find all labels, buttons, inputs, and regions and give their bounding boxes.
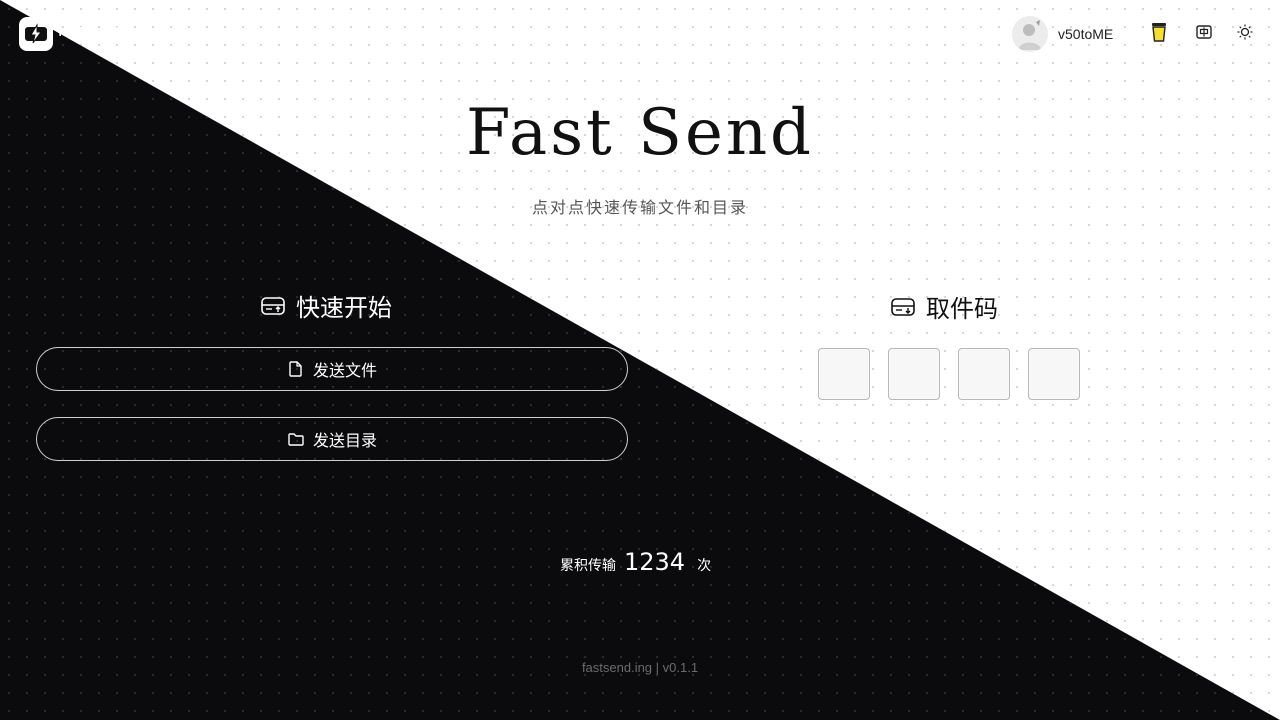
- pickup-code-heading: 取件码: [890, 289, 998, 324]
- stats-count: 1234: [624, 548, 686, 576]
- file-icon: [289, 361, 302, 377]
- send-directory-label: 发送目录: [312, 431, 377, 450]
- folder-icon: [288, 433, 304, 446]
- stats-unit: 次: [697, 558, 712, 574]
- app-logo[interactable]: [19, 17, 53, 51]
- pickup-code-label: 取件码: [926, 295, 998, 323]
- transfer-stats: 累积传输 1234 次: [560, 548, 711, 576]
- code-digit-input-1[interactable]: [818, 348, 870, 400]
- avatar[interactable]: [1012, 16, 1048, 52]
- send-file-button[interactable]: 发送文件: [36, 347, 628, 391]
- cup-icon[interactable]: [1149, 22, 1169, 42]
- download-drive-icon: [891, 297, 915, 316]
- app-name[interactable]: FastSend: [58, 21, 132, 41]
- page-title: Fast Send: [465, 96, 815, 170]
- code-digit-input-4[interactable]: [1028, 348, 1080, 400]
- send-file-label: 发送文件: [312, 361, 377, 380]
- avatar-image-icon: [1012, 16, 1048, 52]
- footer-version: fastsend.ing | v0.1.1: [581, 660, 699, 675]
- code-digit-input-3[interactable]: [958, 348, 1010, 400]
- user-name: v50toME: [1058, 26, 1114, 42]
- header: FastSend v50toME: [0, 0, 1280, 64]
- stats-label: 累积传输: [560, 558, 616, 574]
- send-directory-button[interactable]: 发送目录: [36, 417, 628, 461]
- bolt-logo-icon: [25, 23, 47, 44]
- theme-sun-icon[interactable]: [1235, 22, 1255, 42]
- quick-start-heading: 快速开始: [260, 288, 392, 323]
- language-icon[interactable]: [1194, 22, 1214, 42]
- upload-drive-icon: [261, 296, 285, 315]
- page-subtitle: 点对点快速传输文件和目录: [531, 198, 748, 217]
- code-digit-input-2[interactable]: [888, 348, 940, 400]
- pickup-code-inputs: [818, 348, 1080, 400]
- quick-start-label: 快速开始: [296, 294, 392, 322]
- user-profile[interactable]: v50toME: [1012, 16, 1113, 52]
